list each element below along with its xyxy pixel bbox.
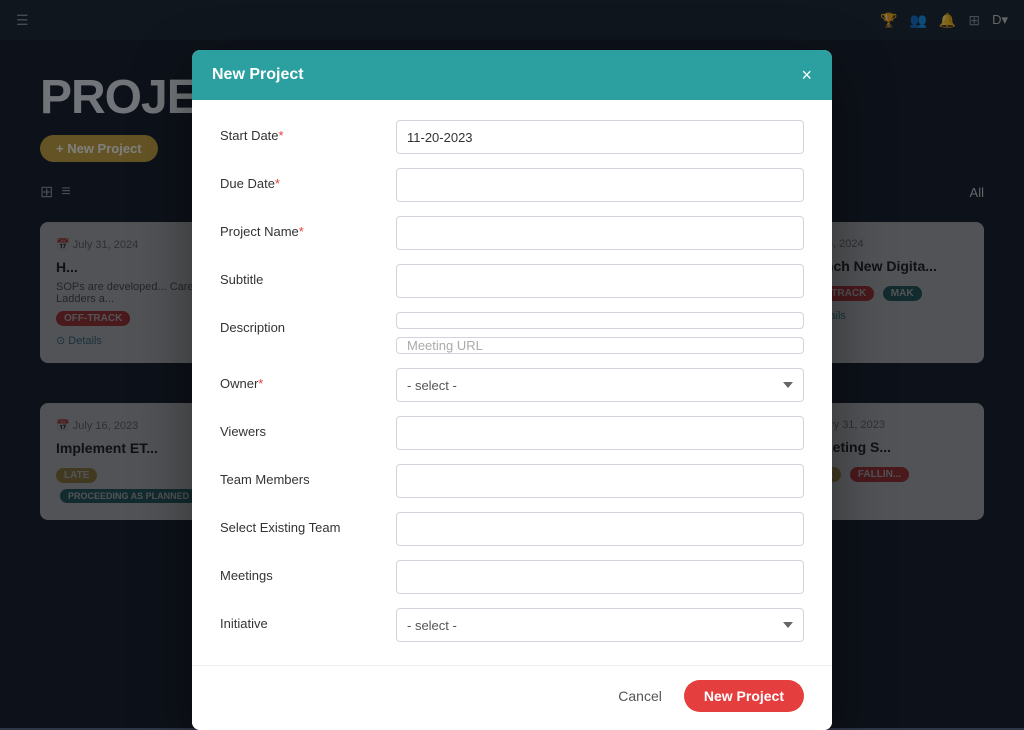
initiative-label: Initiative xyxy=(220,608,380,631)
submit-button[interactable]: New Project xyxy=(684,680,804,712)
project-name-row: Project Name* xyxy=(220,216,804,250)
description-input[interactable] xyxy=(396,312,804,329)
meetings-label: Meetings xyxy=(220,560,380,583)
modal-header: New Project × xyxy=(192,50,832,100)
required-star-3: * xyxy=(299,224,304,239)
modal-title: New Project xyxy=(212,66,304,84)
owner-select[interactable]: - select - xyxy=(396,368,804,402)
modal-overlay: New Project × Start Date* Due Date* xyxy=(0,0,1024,728)
subtitle-label: Subtitle xyxy=(220,264,380,287)
description-row: Description xyxy=(220,312,804,354)
owner-row: Owner* - select - xyxy=(220,368,804,402)
owner-label: Owner* xyxy=(220,368,380,391)
subtitle-row: Subtitle xyxy=(220,264,804,298)
required-star-4: * xyxy=(258,376,263,391)
initiative-row: Initiative - select - xyxy=(220,608,804,642)
select-existing-team-row: Select Existing Team xyxy=(220,512,804,546)
start-date-input[interactable] xyxy=(396,120,804,154)
description-group xyxy=(396,312,804,354)
modal-footer: Cancel New Project xyxy=(192,665,832,730)
due-date-row: Due Date* xyxy=(220,168,804,202)
select-existing-team-label: Select Existing Team xyxy=(220,512,380,535)
viewers-label: Viewers xyxy=(220,416,380,439)
team-members-input[interactable] xyxy=(396,464,804,498)
modal-close-button[interactable]: × xyxy=(801,66,812,84)
subtitle-input[interactable] xyxy=(396,264,804,298)
select-existing-team-input[interactable] xyxy=(396,512,804,546)
due-date-label: Due Date* xyxy=(220,168,380,191)
new-project-modal: New Project × Start Date* Due Date* xyxy=(192,50,832,730)
project-name-label: Project Name* xyxy=(220,216,380,239)
required-star-2: * xyxy=(275,176,280,191)
viewers-input[interactable] xyxy=(396,416,804,450)
due-date-input[interactable] xyxy=(396,168,804,202)
team-members-row: Team Members xyxy=(220,464,804,498)
project-name-input[interactable] xyxy=(396,216,804,250)
required-star: * xyxy=(279,128,284,143)
start-date-row: Start Date* xyxy=(220,120,804,154)
meeting-url-input[interactable] xyxy=(396,337,804,354)
modal-body: Start Date* Due Date* Project Name* xyxy=(192,100,832,665)
meetings-input[interactable] xyxy=(396,560,804,594)
description-label: Description xyxy=(220,312,380,335)
team-members-label: Team Members xyxy=(220,464,380,487)
cancel-button[interactable]: Cancel xyxy=(606,680,674,712)
initiative-select[interactable]: - select - xyxy=(396,608,804,642)
viewers-row: Viewers xyxy=(220,416,804,450)
meetings-row: Meetings xyxy=(220,560,804,594)
start-date-label: Start Date* xyxy=(220,120,380,143)
